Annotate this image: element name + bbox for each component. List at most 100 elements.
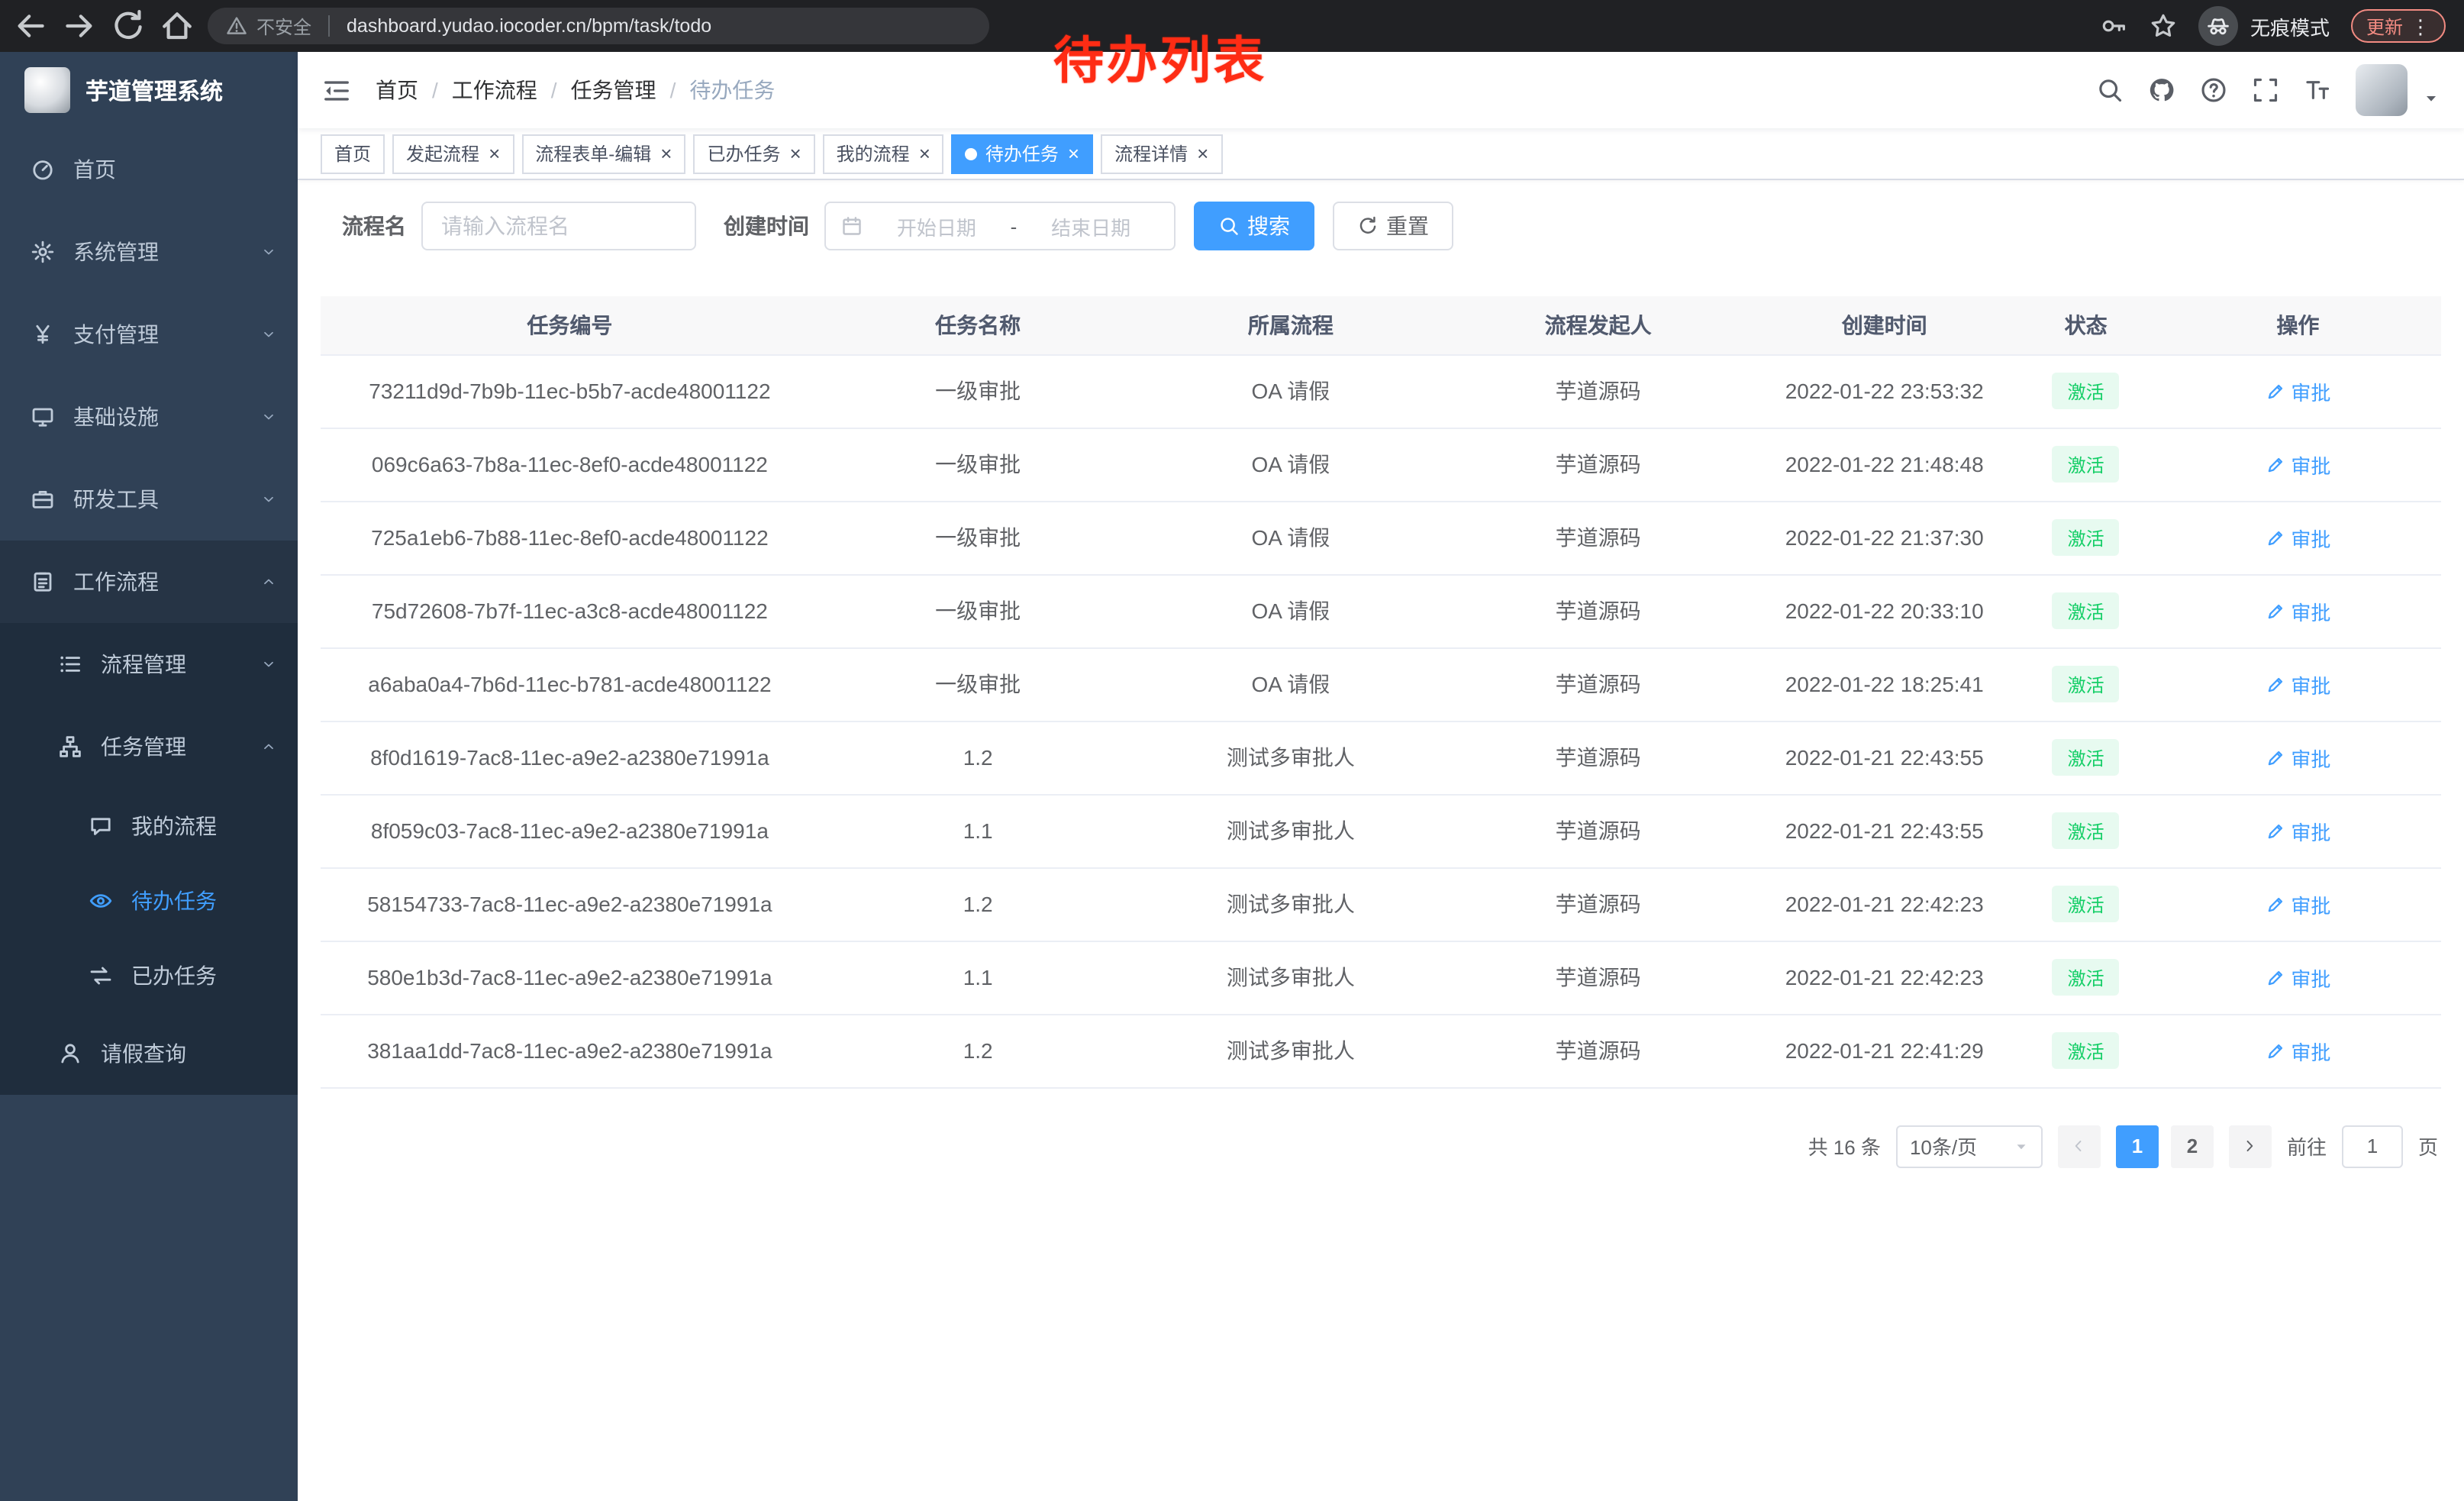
edit-icon (2265, 894, 2285, 914)
tab-initiate-process[interactable]: 发起流程 × (392, 134, 514, 173)
breadcrumb-home[interactable]: 首页 (376, 75, 418, 105)
close-icon[interactable]: × (919, 144, 930, 163)
star-icon[interactable] (2150, 12, 2177, 40)
tab-label: 流程表单-编辑 (535, 140, 651, 166)
sidebar-item-done-tasks[interactable]: 已办任务 (0, 938, 298, 1012)
search-icon[interactable] (2096, 76, 2124, 104)
sidebar-item-label: 我的流程 (131, 810, 217, 841)
close-icon[interactable]: × (489, 144, 500, 163)
next-page-button[interactable] (2229, 1125, 2272, 1167)
sidebar-item-label: 工作流程 (73, 567, 159, 597)
close-icon[interactable]: × (789, 144, 801, 163)
cell-actions: 审批 (2155, 428, 2441, 501)
column-header-task-name: 任务名称 (819, 296, 1137, 354)
close-icon[interactable]: × (660, 144, 672, 163)
date-range-picker[interactable]: 开始日期 - 结束日期 (824, 202, 1176, 250)
page-content: 流程名 创建时间 开始日期 - 结束日期 搜索 重 (298, 180, 2464, 1501)
sidebar-item-workflow[interactable]: 工作流程 (0, 541, 298, 623)
filter-form: 流程名 创建时间 开始日期 - 结束日期 搜索 重 (342, 202, 2441, 250)
cell-process: OA 请假 (1137, 574, 1445, 647)
refresh-icon[interactable] (110, 8, 147, 44)
approve-button[interactable]: 审批 (2265, 963, 2330, 992)
sidebar-item-devtools[interactable]: 研发工具 (0, 458, 298, 541)
sidebar-item-task-manage[interactable]: 任务管理 (0, 705, 298, 788)
cell-id: 58154733-7ac8-11ec-a9e2-a2380e71991a (321, 867, 819, 941)
search-button[interactable]: 搜索 (1194, 202, 1314, 250)
chevron-up-icon (261, 739, 276, 754)
tab-home[interactable]: 首页 (321, 134, 385, 173)
approve-button[interactable]: 审批 (2265, 670, 2330, 699)
cell-process: OA 请假 (1137, 354, 1445, 428)
status-badge: 激活 (2053, 812, 2120, 849)
close-icon[interactable]: × (1068, 144, 1079, 163)
tab-process-detail[interactable]: 流程详情× (1101, 134, 1222, 173)
sidebar-item-process-manage[interactable]: 流程管理 (0, 623, 298, 705)
close-icon[interactable]: × (1197, 144, 1208, 163)
sidebar-item-payment[interactable]: 支付管理 (0, 293, 298, 376)
sidebar-item-todo-tasks[interactable]: 待办任务 (0, 863, 298, 938)
browser-update-menu-button[interactable]: 更新 ⋮ (2351, 9, 2446, 43)
approve-label: 审批 (2291, 1036, 2330, 1065)
cell-created: 2022-01-22 21:37:30 (1752, 501, 2017, 574)
browser-actions: 无痕模式 更新 ⋮ (2101, 6, 2446, 46)
incognito-indicator[interactable]: 无痕模式 (2198, 6, 2330, 46)
tab-label: 发起流程 (406, 140, 479, 166)
breadcrumb-workflow[interactable]: 工作流程 (452, 75, 537, 105)
back-icon[interactable] (12, 8, 49, 44)
app-logo: 芋道管理系统 (0, 52, 298, 128)
process-name-label: 流程名 (342, 211, 406, 241)
approve-button[interactable]: 审批 (2265, 596, 2330, 625)
text-size-icon[interactable] (2304, 76, 2331, 104)
incognito-icon (2198, 6, 2238, 46)
logo-image (24, 67, 70, 113)
help-icon[interactable] (2200, 76, 2227, 104)
edit-icon (2265, 454, 2285, 474)
key-icon[interactable] (2101, 12, 2128, 40)
page-buttons: 12 (2116, 1125, 2214, 1167)
sidebar-item-home[interactable]: 首页 (0, 128, 298, 211)
approve-button[interactable]: 审批 (2265, 376, 2330, 405)
home-icon[interactable] (159, 8, 195, 44)
approve-button[interactable]: 审批 (2265, 450, 2330, 479)
approve-button[interactable]: 审批 (2265, 889, 2330, 918)
github-icon[interactable] (2148, 76, 2175, 104)
approve-button[interactable]: 审批 (2265, 743, 2330, 772)
approve-button[interactable]: 审批 (2265, 1036, 2330, 1065)
address-bar[interactable]: 不安全 dashboard.yudao.iocoder.cn/bpm/task/… (208, 8, 989, 44)
avatar[interactable] (2356, 64, 2408, 116)
reset-button[interactable]: 重置 (1333, 202, 1453, 250)
goto-label: 前往 (2287, 1131, 2327, 1160)
page-button-2[interactable]: 2 (2171, 1125, 2214, 1167)
column-header-created: 创建时间 (1752, 296, 2017, 354)
chevron-down-icon (261, 492, 276, 507)
chevron-down-icon (261, 409, 276, 424)
edit-icon (2265, 674, 2285, 694)
goto-page-input[interactable] (2342, 1125, 2403, 1167)
kebab-menu-icon: ⋮ (2411, 16, 2430, 36)
tab-todo-tasks[interactable]: 待办任务× (952, 134, 1093, 173)
sidebar-item-system[interactable]: 系统管理 (0, 211, 298, 293)
cell-status: 激活 (2017, 721, 2155, 794)
page-size-select[interactable]: 10条/页 (1896, 1125, 2043, 1167)
approve-label: 审批 (2291, 670, 2330, 699)
edit-icon (2265, 821, 2285, 841)
tab-process-form-edit[interactable]: 流程表单-编辑 × (521, 134, 685, 173)
fullscreen-icon[interactable] (2252, 76, 2279, 104)
cell-process: 测试多审批人 (1137, 1014, 1445, 1087)
forward-icon[interactable] (61, 8, 98, 44)
prev-page-button[interactable] (2058, 1125, 2101, 1167)
cell-id: 73211d9d-7b9b-11ec-b5b7-acde48001122 (321, 354, 819, 428)
active-tab-dot (966, 147, 978, 160)
sidebar-item-infrastructure[interactable]: 基础设施 (0, 376, 298, 458)
sidebar-item-my-processes[interactable]: 我的流程 (0, 788, 298, 863)
process-name-input[interactable] (421, 202, 696, 250)
sidebar-toggle-icon[interactable] (322, 76, 351, 105)
tab-done-tasks[interactable]: 已办任务× (693, 134, 814, 173)
sidebar-item-leave-query[interactable]: 请假查询 (0, 1012, 298, 1095)
approve-button[interactable]: 审批 (2265, 523, 2330, 552)
approve-button[interactable]: 审批 (2265, 816, 2330, 845)
tab-my-processes[interactable]: 我的流程× (823, 134, 944, 173)
table-row: 8f059c03-7ac8-11ec-a9e2-a2380e71991a1.1测… (321, 794, 2441, 867)
breadcrumb-task-manage[interactable]: 任务管理 (571, 75, 656, 105)
page-button-1[interactable]: 1 (2116, 1125, 2159, 1167)
